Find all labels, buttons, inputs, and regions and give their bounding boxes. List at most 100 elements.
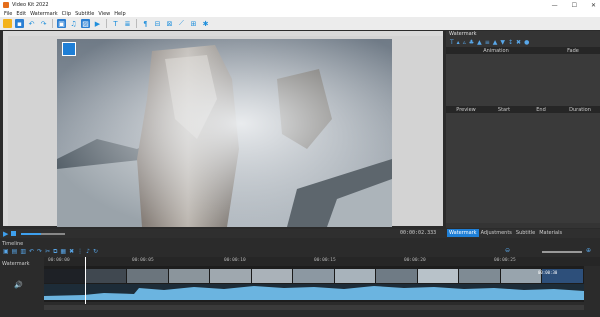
menu-view[interactable]: View	[98, 11, 110, 17]
col-preview[interactable]: Preview	[446, 107, 486, 113]
text-icon[interactable]: T	[111, 19, 120, 28]
tab-adjustments[interactable]: Adjustments	[479, 229, 514, 237]
layer-down-icon[interactable]: ▼	[500, 39, 505, 46]
menu-edit[interactable]: Edit	[16, 11, 26, 17]
animation-list[interactable]	[446, 54, 600, 106]
paste-icon[interactable]: ▦	[60, 248, 66, 255]
layer-up-icon[interactable]: ▲	[493, 39, 498, 46]
volume-icon[interactable]: ♪	[86, 248, 90, 255]
tick-label: 00:00:20	[404, 258, 426, 263]
clip-frame	[127, 269, 169, 283]
split-icon[interactable]: ⋮	[77, 248, 83, 255]
tick-label: 00:00:15	[314, 258, 336, 263]
menu-file[interactable]: File	[4, 11, 12, 17]
menu-bar: File Edit Watermark Clip Subtitle View H…	[0, 10, 600, 17]
video-track[interactable]	[44, 266, 584, 302]
photo-icon[interactable]: ▨	[81, 19, 90, 28]
cut-icon[interactable]: ✂	[45, 248, 50, 255]
add-shape-icon[interactable]: ▵	[463, 39, 466, 46]
col-animation[interactable]: Animation	[446, 48, 546, 54]
undo-timeline-icon[interactable]: ↶	[29, 248, 34, 255]
clip-frame	[44, 269, 86, 283]
add-mosaic-icon[interactable]: ▲	[477, 39, 482, 46]
playhead[interactable]	[85, 257, 86, 304]
camera-icon[interactable]: ▶	[93, 19, 102, 28]
add-text-icon[interactable]: T	[450, 39, 454, 46]
video-preview[interactable]	[57, 39, 392, 227]
speaker-icon[interactable]: 🔊	[14, 281, 23, 289]
tab-materials[interactable]: Materials	[537, 229, 564, 237]
filter-icon[interactable]: ✱	[201, 19, 210, 28]
add-track-icon[interactable]: ▥	[20, 248, 26, 255]
panel-toolbar: T ▴ ▵ ♣ ▲ ≡ ▲ ▼ ↕ ✖ ●	[446, 38, 600, 47]
tick-label: 00:00:25	[494, 258, 516, 263]
delete-icon[interactable]: ✖	[516, 39, 521, 46]
col-start[interactable]: Start	[486, 107, 522, 113]
add-effect-icon[interactable]: ♣	[469, 39, 474, 46]
move-icon[interactable]: ↕	[508, 39, 513, 46]
toolbar-divider	[52, 19, 53, 28]
col-duration[interactable]: Duration	[560, 107, 600, 113]
timeline-ruler[interactable]: 00:00:00 00:00:05 00:00:10 00:00:15 00:0…	[44, 257, 600, 266]
volume-fill	[21, 232, 42, 235]
zoom-out-icon[interactable]: ⊖	[505, 247, 510, 254]
menu-clip[interactable]: Clip	[62, 11, 71, 17]
watermark-overlay-icon[interactable]	[62, 42, 76, 56]
col-fade[interactable]: Fade	[546, 48, 600, 54]
image-icon[interactable]: ▣	[57, 19, 66, 28]
clip-frame	[210, 269, 252, 283]
add-audio-icon[interactable]: ▤	[12, 248, 18, 255]
mosaic-icon[interactable]: ⊠	[165, 19, 174, 28]
settings-icon[interactable]: ●	[524, 39, 529, 46]
clip-frame	[85, 269, 128, 283]
transition-icon[interactable]: ⊞	[189, 19, 198, 28]
crop-icon[interactable]: ⟋	[177, 19, 186, 28]
shape-icon[interactable]: ⊟	[153, 19, 162, 28]
redo-icon[interactable]: ↷	[39, 19, 48, 28]
timing-grid-header: Preview Start End Duration	[446, 106, 600, 113]
timing-list[interactable]	[446, 113, 600, 223]
audio-waveform[interactable]	[44, 284, 584, 300]
close-icon[interactable]: ✕	[591, 2, 596, 9]
menu-watermark[interactable]: Watermark	[30, 11, 58, 17]
align-icon[interactable]: ≡	[485, 39, 490, 46]
maximize-icon[interactable]: ☐	[572, 2, 577, 9]
tab-subtitle[interactable]: Subtitle	[514, 229, 537, 237]
waveform-graphic	[44, 286, 584, 300]
subtitle-icon[interactable]: ≣	[123, 19, 132, 28]
panel-title: Watermark	[449, 31, 477, 37]
clip-frame	[459, 269, 501, 283]
menu-subtitle[interactable]: Subtitle	[75, 11, 94, 17]
play-icon[interactable]: ▶	[3, 230, 8, 238]
speed-icon[interactable]: ↻	[93, 248, 98, 255]
clip-frame	[376, 269, 418, 283]
undo-icon[interactable]: ↶	[27, 19, 36, 28]
redo-timeline-icon[interactable]: ↷	[37, 248, 42, 255]
title-bar: Video Kit 2022 — ☐ ✕	[0, 0, 600, 10]
save-icon[interactable]: ▪	[15, 19, 24, 28]
add-image-icon[interactable]: ▴	[457, 39, 460, 46]
clip-end-time: 00:00:30	[538, 270, 558, 275]
delete-clip-icon[interactable]: ✖	[69, 248, 74, 255]
app-logo-icon	[3, 2, 9, 8]
col-end[interactable]: End	[522, 107, 560, 113]
minimize-icon[interactable]: —	[552, 2, 558, 9]
zoom-in-icon[interactable]: ⊕	[586, 247, 591, 254]
music-icon[interactable]: ♫	[69, 19, 78, 28]
clip-frame	[334, 269, 377, 283]
effects-icon[interactable]: ¶	[141, 19, 150, 28]
menu-help[interactable]: Help	[114, 11, 125, 17]
timeline-scrollbar[interactable]	[44, 305, 584, 310]
add-clip-icon[interactable]: ▣	[3, 248, 9, 255]
stop-icon[interactable]	[11, 231, 17, 236]
copy-icon[interactable]: ⧉	[53, 248, 57, 256]
open-folder-icon[interactable]	[3, 19, 12, 28]
tab-watermark[interactable]: Watermark	[447, 229, 479, 237]
transport-bar: ▶ 00:00:02.333 Watermark Adjustments Sub…	[0, 229, 600, 238]
zoom-slider[interactable]	[542, 251, 582, 253]
watermark-panel: Watermark T ▴ ▵ ♣ ▲ ≡ ▲ ▼ ↕ ✖ ● Animatio…	[446, 31, 600, 228]
video-clip[interactable]	[44, 269, 584, 283]
clip-frame	[500, 269, 543, 283]
volume-slider[interactable]	[21, 232, 66, 235]
clip-frame	[293, 269, 335, 283]
